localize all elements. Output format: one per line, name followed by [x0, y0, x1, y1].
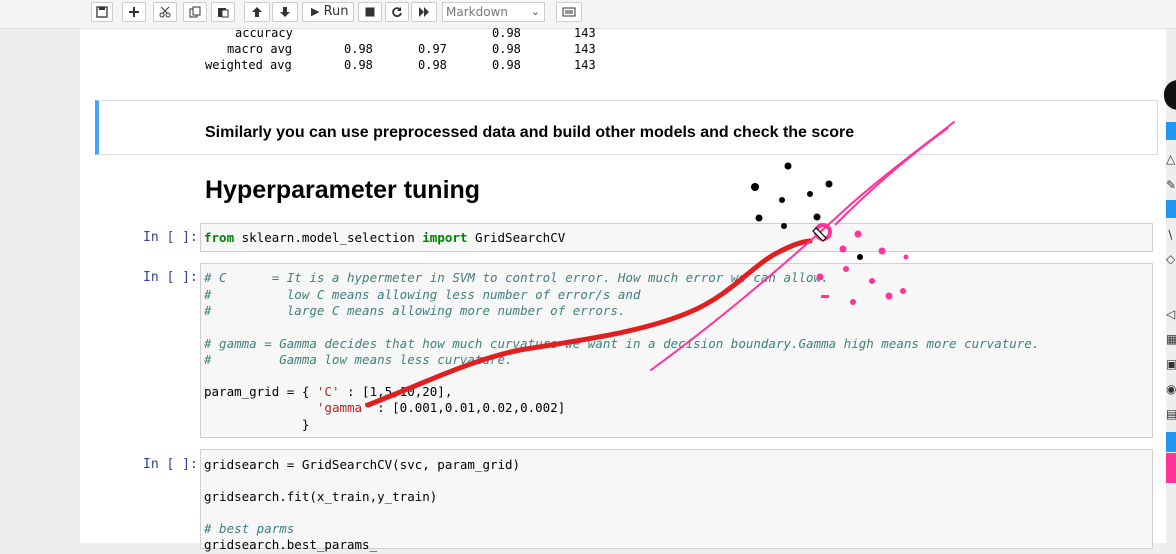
code-token: GridSearchCV [467, 230, 566, 245]
trash-icon[interactable]: ▦ [1166, 330, 1176, 348]
report-value: 0.98 [492, 26, 521, 40]
code-comment: # C = It is a hypermeter in SVM to contr… [204, 270, 829, 285]
copy-icon [189, 6, 201, 18]
code-line: gridsearch.best_params_ [204, 537, 378, 552]
color-swatch-blue[interactable] [1166, 432, 1176, 452]
pen-icon[interactable]: ✎ [1166, 176, 1176, 194]
code-line: param_grid = { 'C' : [1,5,10,20], [204, 384, 452, 401]
restart-button[interactable] [385, 2, 409, 22]
code-token: param_grid = { [204, 384, 317, 399]
report-value: 143 [574, 58, 596, 72]
code-token: sklearn.model_selection [234, 230, 423, 245]
pointer-icon[interactable]: △ [1166, 150, 1176, 168]
report-label: accuracy [235, 26, 293, 40]
fast-forward-icon [419, 7, 429, 17]
cell-type-value: Markdown [446, 5, 508, 19]
eraser-icon[interactable]: ◇ [1166, 250, 1176, 268]
code-token: : [1,5,10,20], [339, 384, 453, 399]
code-token: 'gamma' [316, 400, 370, 415]
report-value: 0.98 [492, 42, 521, 56]
color-swatch-pink[interactable] [1166, 453, 1176, 483]
camera-icon[interactable]: ◉ [1166, 380, 1176, 398]
markdown-note: Similarly you can use preprocessed data … [205, 124, 855, 141]
report-value: 0.98 [418, 58, 447, 72]
code-comment: # gamma = Gamma decides that how much cu… [204, 336, 1040, 351]
command-palette-button[interactable] [556, 2, 582, 22]
cell-prompt: In [ ]: [143, 270, 198, 285]
report-value: 143 [574, 42, 596, 56]
restart-icon [392, 7, 402, 17]
move-up-icon [252, 7, 262, 17]
add-cell-button[interactable] [122, 2, 146, 22]
cut-button[interactable] [153, 2, 177, 22]
paste-button[interactable] [211, 2, 235, 22]
line-icon[interactable]: ∖ [1166, 226, 1176, 244]
code-line: from sklearn.model_selection import Grid… [204, 230, 565, 247]
save-button[interactable] [91, 2, 113, 22]
monitor-icon[interactable]: ▣ [1166, 355, 1176, 373]
move-up-button[interactable] [244, 2, 270, 22]
code-comment: # low C means allowing less number of er… [204, 287, 641, 302]
code-token: 'C' [316, 384, 340, 399]
run-label: Run [323, 4, 349, 19]
code-line: gridsearch.fit(x_train,y_train) [204, 489, 438, 504]
run-icon: ▶ [311, 5, 320, 18]
paste-icon [218, 8, 229, 18]
annotation-toolbar: △ ✎ ∖ ◇ ◁ ▦ ▣ ◉ ▤ [1164, 80, 1176, 543]
run-all-button[interactable] [411, 2, 437, 22]
clipboard-icon[interactable]: ▤ [1166, 405, 1176, 423]
stop-button[interactable] [358, 2, 382, 22]
code-comment: # large C means allowing more number of … [204, 303, 626, 318]
cut-icon [159, 6, 171, 18]
cell-type-select[interactable]: Markdown ⌄ [442, 2, 545, 22]
code-line: } [204, 417, 310, 432]
report-value: 143 [574, 26, 596, 40]
report-label: weighted avg [205, 58, 292, 72]
code-line: gridsearch = GridSearchCV(svc, param_gri… [204, 457, 521, 472]
report-label: macro avg [227, 42, 293, 56]
move-down-icon [280, 7, 290, 17]
highlighter-icon[interactable] [1166, 200, 1176, 218]
move-down-button[interactable] [272, 2, 298, 22]
annotation-toolbar-handle[interactable] [1164, 80, 1176, 110]
cell-prompt: In [ ]: [143, 457, 198, 472]
code-token: : [0.001,0.01,0.02,0.002] [369, 400, 566, 415]
report-value: 0.98 [344, 42, 373, 56]
code-comment: # best parms [204, 521, 295, 536]
section-heading: Hyperparameter tuning [205, 176, 481, 204]
report-value: 0.97 [418, 42, 447, 56]
code-token: from [204, 230, 235, 245]
report-value: 0.98 [344, 58, 373, 72]
code-comment: # Gamma low means less curvature. [204, 352, 513, 367]
save-icon [96, 6, 108, 18]
run-button[interactable]: ▶ Run [302, 2, 354, 22]
copy-button[interactable] [183, 2, 207, 22]
stop-icon [365, 7, 375, 17]
add-cell-icon [129, 7, 139, 17]
cell-prompt: In [ ]: [143, 230, 198, 245]
keyboard-icon [562, 7, 576, 17]
eye-icon[interactable] [1166, 122, 1176, 140]
undo-icon[interactable]: ◁ [1166, 305, 1176, 323]
report-value: 0.98 [492, 58, 521, 72]
chevron-down-icon: ⌄ [530, 5, 540, 18]
code-token: import [422, 230, 468, 245]
code-line: 'gamma' : [0.001,0.01,0.02,0.002] [204, 400, 565, 417]
